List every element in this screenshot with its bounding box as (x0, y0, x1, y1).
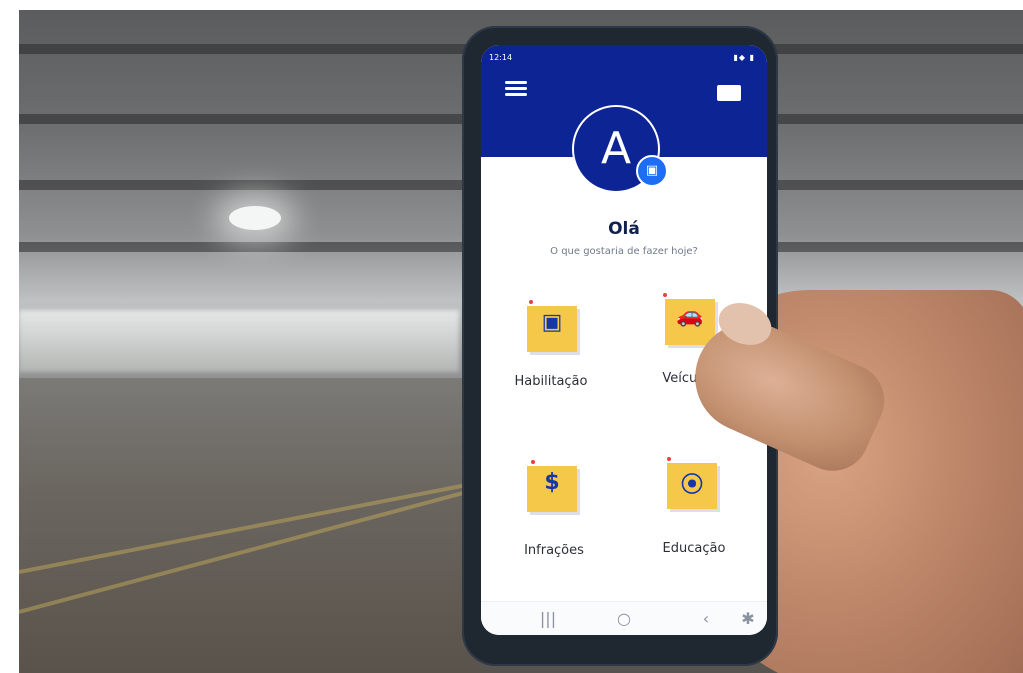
bright-wall (19, 310, 459, 372)
hamburger-icon[interactable] (505, 81, 527, 97)
photo-frame: 12:14 ▮◆ ▮ A ▣ Olá O que gostaria de faz… (0, 0, 1023, 673)
status-bar: 12:14 ▮◆ ▮ (481, 53, 767, 67)
camera-icon[interactable]: ▣ (636, 155, 668, 187)
mail-icon[interactable] (717, 85, 741, 101)
traffic-light-icon: ⦿ (659, 457, 723, 521)
menu-item-label: Educação (662, 541, 726, 556)
home-button[interactable]: ○ (609, 608, 639, 630)
id-card-icon: ▣ (519, 300, 583, 364)
fine-document-icon: $ (519, 460, 583, 524)
back-button[interactable]: ‹ (691, 608, 721, 630)
menu-item-label: Infrações (524, 543, 584, 558)
greeting-subtitle: O que gostaria de fazer hoje? (550, 246, 698, 257)
menu-item-label: Habilitação (514, 374, 588, 389)
status-icons: ▮◆ ▮ (733, 53, 755, 62)
status-time: 12:14 (489, 53, 513, 62)
greeting-title: Olá (608, 219, 640, 239)
accessibility-icon[interactable]: ✱ (733, 608, 763, 630)
ceiling-light (229, 206, 281, 230)
system-nav-bar: ||| ○ ‹ ✱ (481, 601, 767, 635)
recent-apps-button[interactable]: ||| (533, 608, 563, 630)
